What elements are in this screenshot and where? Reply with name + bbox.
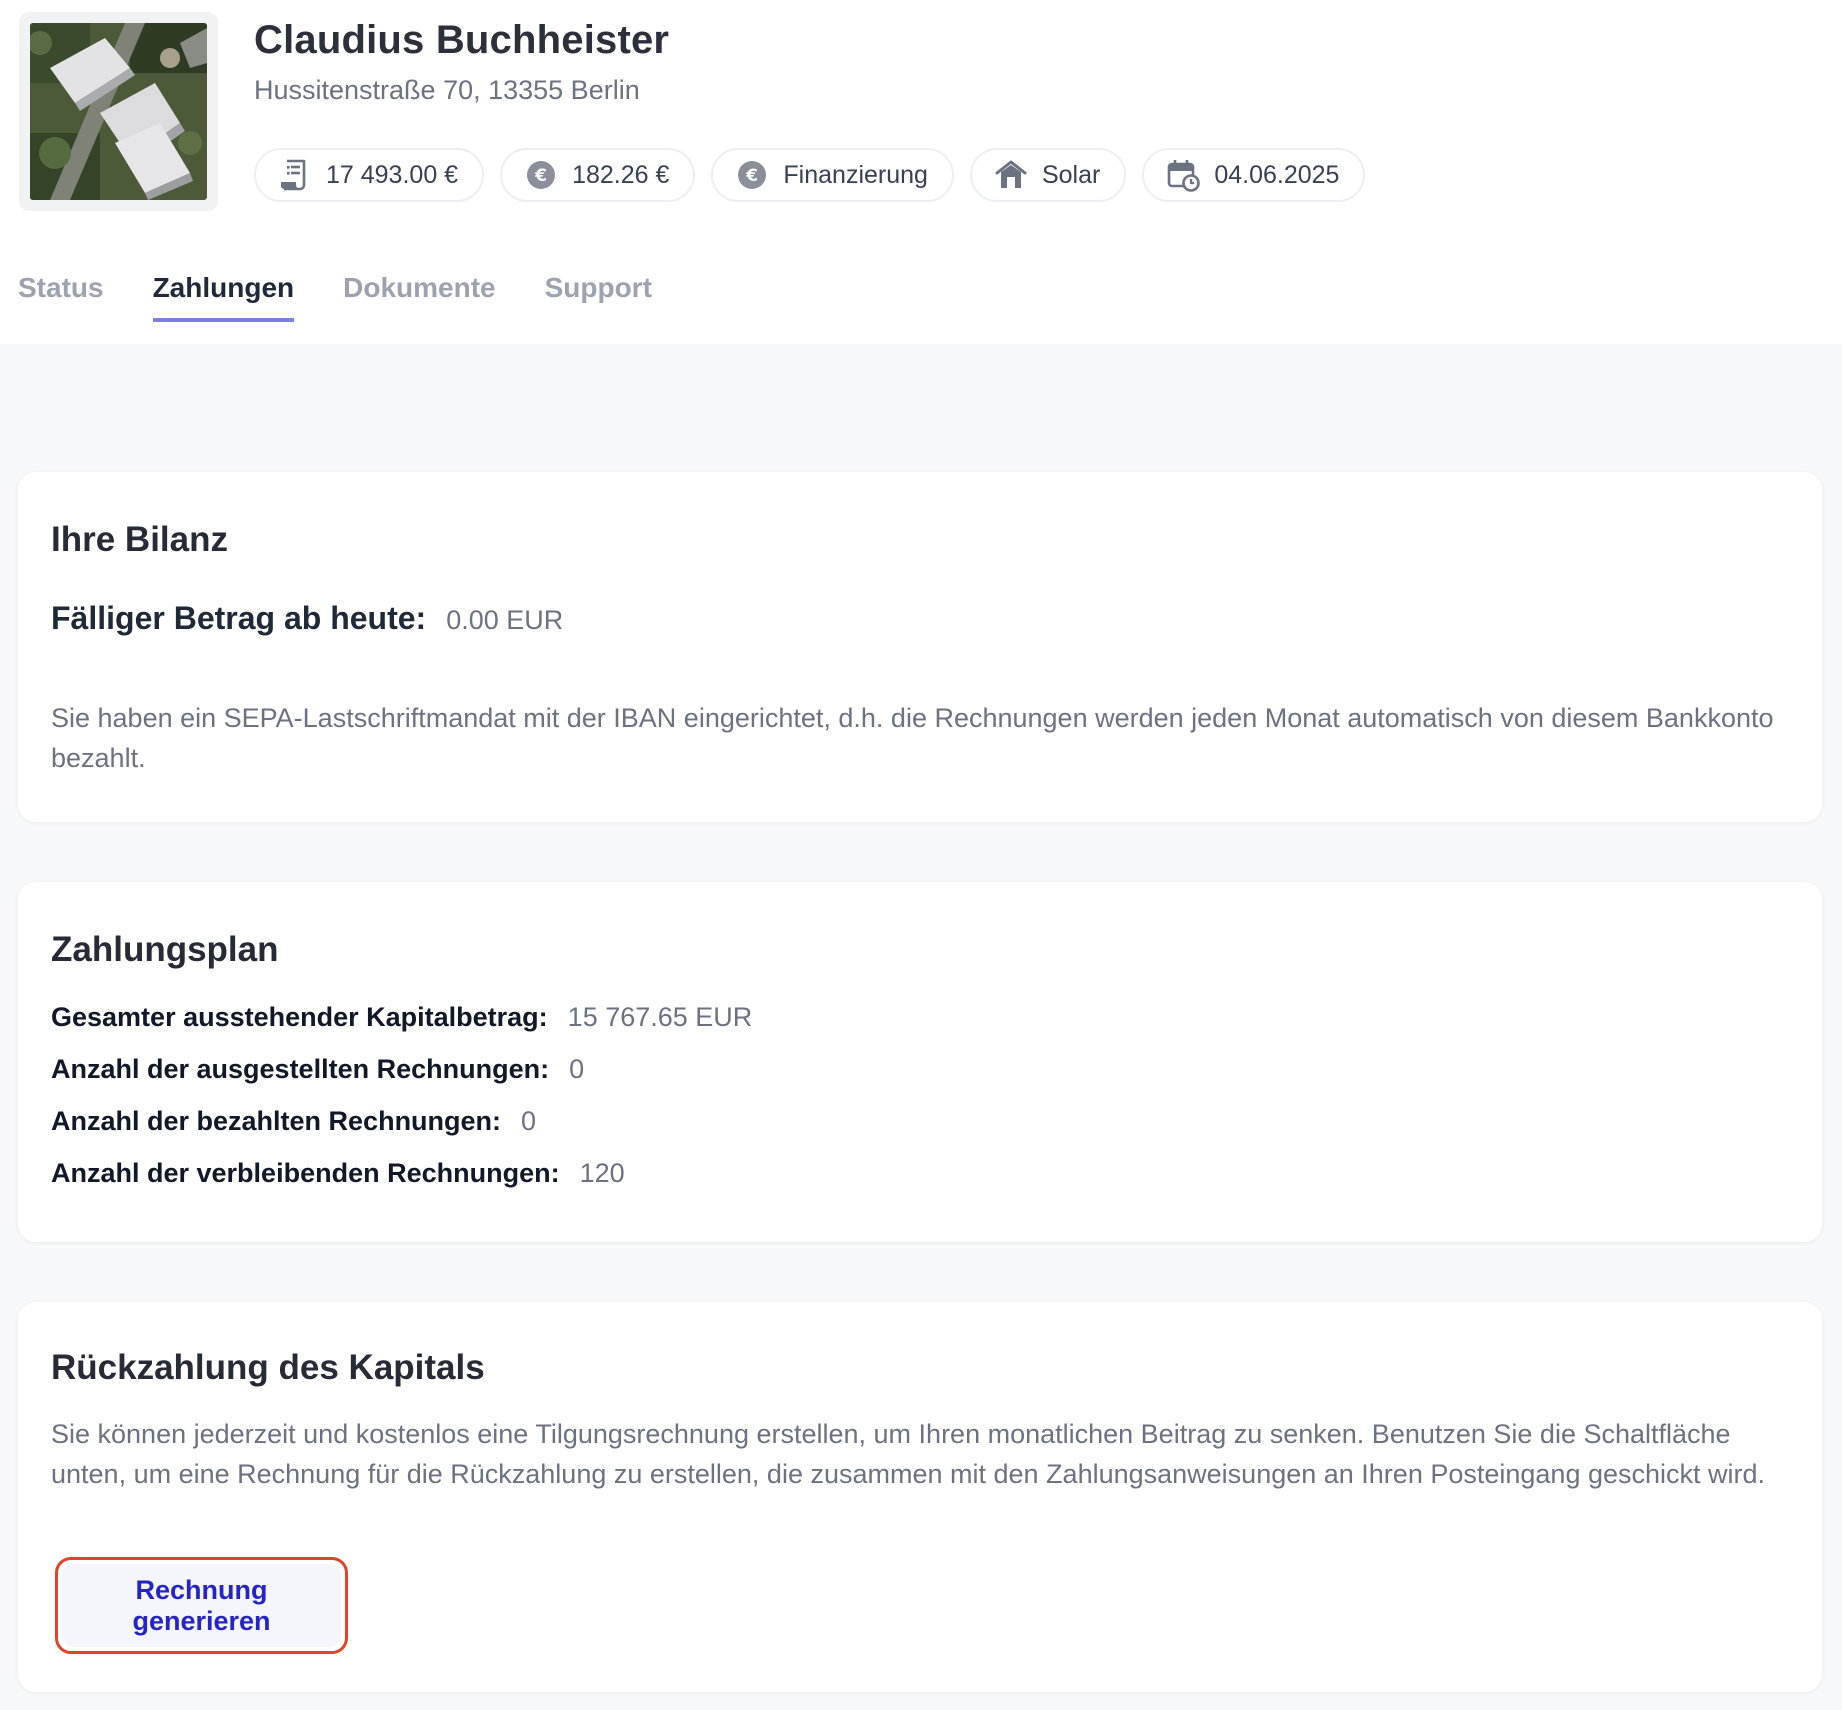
plan-row-issued-invoices: Anzahl der ausgestellten Rechnungen: 0	[51, 1054, 752, 1106]
due-amount-row: Fälliger Betrag ab heute: 0.00 EUR	[51, 600, 563, 637]
plan-row-outstanding-capital: Gesamter ausstehender Kapitalbetrag: 15 …	[51, 1002, 752, 1054]
balance-title: Ihre Bilanz	[51, 520, 228, 559]
plan-row-label: Anzahl der bezahlten Rechnungen:	[51, 1106, 502, 1136]
euro-coin-icon: €	[738, 161, 767, 189]
payment-plan-title: Zahlungsplan	[51, 930, 279, 969]
due-amount-value: 0.00 EUR	[446, 605, 564, 635]
payment-plan-details: Gesamter ausstehender Kapitalbetrag: 15 …	[51, 1002, 752, 1210]
house-icon	[995, 160, 1027, 188]
pill-product: Solar	[969, 148, 1127, 202]
plan-row-remaining-invoices: Anzahl der verbleibenden Rechnungen: 120	[51, 1158, 752, 1210]
tab-dokumente[interactable]: Dokumente	[343, 272, 495, 322]
pill-total-amount: 17 493.00 €	[254, 148, 485, 202]
capital-repayment-card: Rückzahlung des Kapitals Sie können jede…	[18, 1302, 1822, 1692]
customer-address: Hussitenstraße 70, 13355 Berlin	[254, 75, 640, 105]
capital-repayment-text: Sie können jederzeit und kostenlos eine …	[51, 1419, 1766, 1489]
plan-row-label: Anzahl der ausgestellten Rechnungen:	[51, 1054, 550, 1084]
pill-label: 04.06.2025	[1214, 160, 1340, 189]
pill-label: Finanzierung	[783, 160, 928, 189]
generate-invoice-button[interactable]: Rechnung generieren	[62, 1564, 341, 1647]
svg-text:€: €	[534, 166, 547, 186]
generate-invoice-button-highlight: Rechnung generieren	[55, 1557, 348, 1654]
balance-card: Ihre Bilanz Fälliger Betrag ab heute: 0.…	[18, 472, 1822, 822]
property-aerial-photo	[19, 12, 218, 211]
pill-monthly-rate: € 182.26 €	[500, 148, 696, 202]
euro-coin-icon: €	[527, 161, 556, 189]
due-amount-label: Fälliger Betrag ab heute:	[51, 600, 427, 636]
pill-date: 04.06.2025	[1142, 148, 1366, 202]
tab-zahlungen[interactable]: Zahlungen	[152, 272, 295, 322]
pill-label: Solar	[1041, 160, 1101, 189]
pill-label: 182.26 €	[572, 160, 670, 189]
svg-text:€: €	[745, 166, 758, 186]
aerial-photo-image	[30, 23, 207, 200]
project-header: Claudius Buchheister Hussitenstraße 70, …	[0, 0, 1842, 344]
plan-row-paid-invoices: Anzahl der bezahlten Rechnungen: 0	[51, 1106, 752, 1158]
project-summary-pills: 17 493.00 € € 182.26 € € Finanzierung So…	[254, 148, 1366, 202]
tab-bar: Status Zahlungen Dokumente Support	[18, 272, 652, 322]
tab-status[interactable]: Status	[18, 272, 104, 322]
plan-row-label: Anzahl der verbleibenden Rechnungen:	[51, 1158, 560, 1188]
payment-plan-card: Zahlungsplan Gesamter ausstehender Kapit…	[18, 882, 1822, 1242]
invoice-icon	[281, 159, 306, 191]
customer-name: Claudius Buchheister	[254, 18, 670, 62]
plan-row-value: 120	[579, 1158, 625, 1188]
tab-support[interactable]: Support	[545, 272, 652, 322]
capital-repayment-title: Rückzahlung des Kapitals	[51, 1348, 485, 1387]
calendar-clock-icon	[1168, 160, 1201, 192]
plan-row-label: Gesamter ausstehender Kapitalbetrag:	[51, 1002, 548, 1032]
pill-payment-type: € Finanzierung	[711, 148, 954, 202]
plan-row-value: 0	[521, 1106, 537, 1136]
sepa-mandate-note: Sie haben ein SEPA-Lastschriftmandat mit…	[51, 703, 1774, 773]
plan-row-value: 0	[569, 1054, 585, 1084]
plan-row-value: 15 767.65 EUR	[567, 1002, 753, 1032]
payments-content: Ihre Bilanz Fälliger Betrag ab heute: 0.…	[0, 344, 1842, 1710]
pill-label: 17 493.00 €	[326, 160, 459, 189]
